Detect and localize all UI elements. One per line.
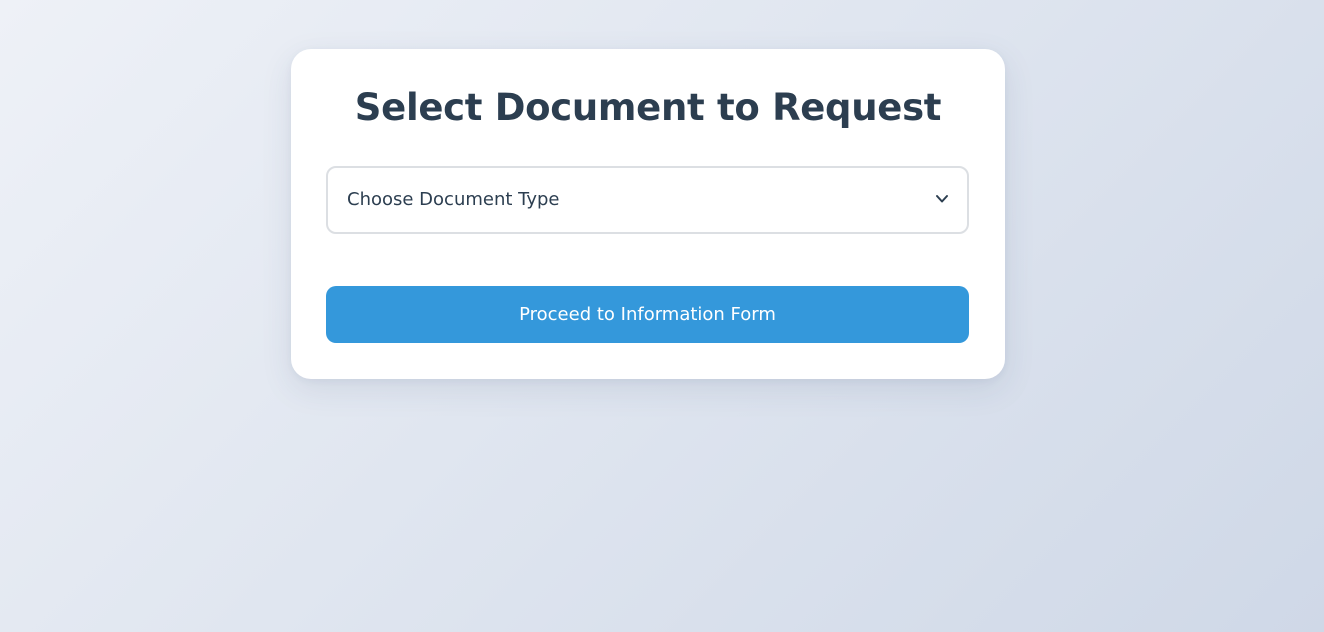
page-title: Select Document to Request bbox=[354, 86, 942, 129]
document-type-selected-value: Choose Document Type bbox=[347, 189, 560, 210]
chevron-down-icon bbox=[934, 193, 950, 205]
proceed-to-information-form-button[interactable]: Proceed to Information Form bbox=[326, 286, 969, 343]
document-request-card: Select Document to Request Choose Docume… bbox=[291, 49, 1005, 379]
document-type-select[interactable]: Choose Document Type bbox=[326, 166, 969, 234]
